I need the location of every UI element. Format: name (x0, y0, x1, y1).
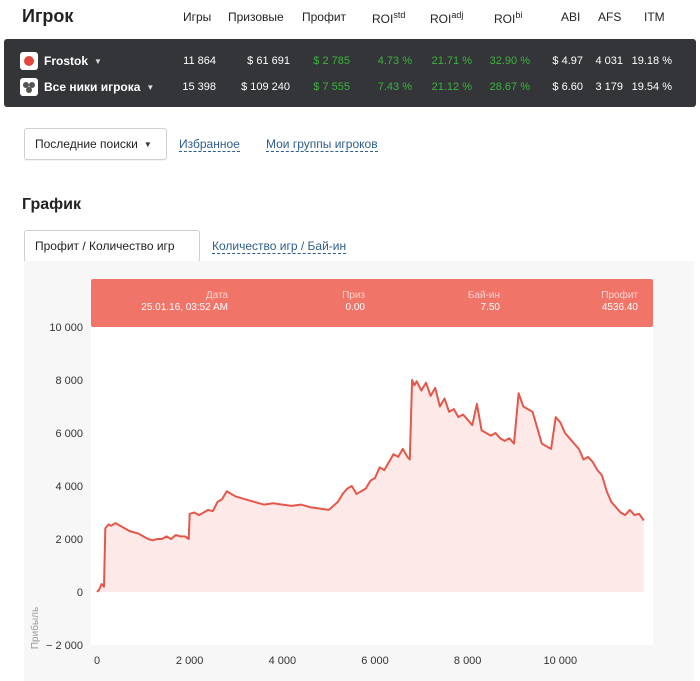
profit-chart[interactable]: − 2 000 0 2 000 4 000 6 000 8 000 10 000 0 2 00… (0, 0, 700, 681)
y-tick-label: 2 000 (55, 534, 83, 546)
y-axis: − 2 000 0 2 000 4 000 6 000 8 000 10 000 (46, 322, 83, 652)
x-axis: 0 2 000 4 000 6 000 8 000 10 000 (94, 655, 577, 667)
x-tick-label: 8 000 (454, 655, 482, 667)
y-axis-label: Прибыль (29, 607, 41, 649)
x-tick-label: 2 000 (176, 655, 204, 667)
y-tick-label: 4 000 (55, 481, 83, 493)
tooltip-date: Дата 25.01.16, 03:52 AM (141, 290, 228, 313)
tooltip-buyin: Бай-ин 7.50 (467, 290, 500, 313)
x-tick-label: 0 (94, 655, 100, 667)
x-tick-label: 10 000 (544, 655, 578, 667)
y-tick-label: 8 000 (55, 375, 83, 387)
chart-tooltip: Дата 25.01.16, 03:52 AM Приз 0.00 Бай-ин… (91, 279, 653, 327)
y-tick-label: 6 000 (55, 428, 83, 440)
x-tick-label: 6 000 (361, 655, 389, 667)
tooltip-prize: Приз 0.00 (342, 290, 365, 313)
y-tick-label: − 2 000 (46, 640, 83, 652)
tooltip-profit: Профит 4536.40 (601, 290, 638, 313)
x-tick-label: 4 000 (269, 655, 297, 667)
y-tick-label: 0 (77, 587, 83, 599)
y-tick-label: 10 000 (49, 322, 83, 334)
